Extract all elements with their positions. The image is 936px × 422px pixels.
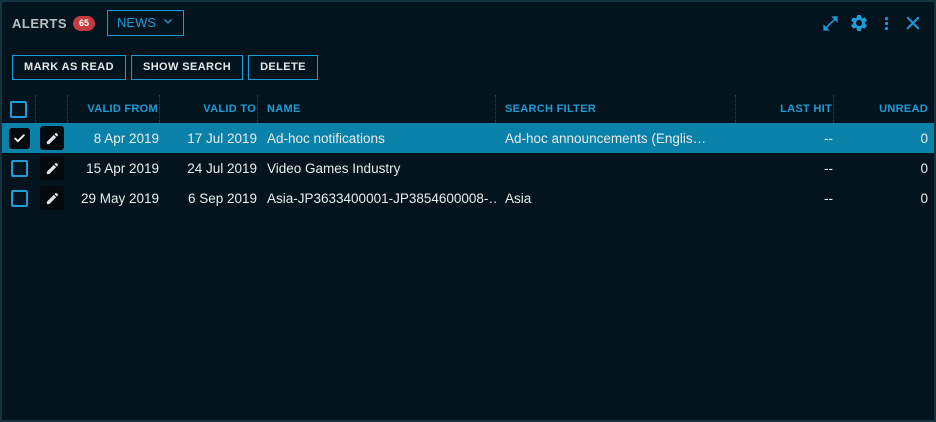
- column-header-last-hit[interactable]: LAST HIT: [736, 95, 834, 123]
- column-header-valid-to[interactable]: VALID TO: [160, 95, 258, 123]
- row-edit-cell: [36, 126, 68, 150]
- cell-name: Video Games Industry: [258, 161, 496, 176]
- row-edit-cell: [36, 186, 68, 210]
- column-header-unread[interactable]: UNREAD: [834, 95, 934, 123]
- row-checkbox[interactable]: [11, 190, 28, 207]
- cell-valid-to: 24 Jul 2019: [160, 161, 258, 176]
- close-icon[interactable]: [904, 14, 922, 32]
- row-checkbox-cell: [2, 160, 36, 177]
- table-row[interactable]: 15 Apr 2019 24 Jul 2019 Video Games Indu…: [2, 153, 934, 183]
- chevron-down-icon: [162, 15, 174, 30]
- edit-pencil-icon[interactable]: [40, 156, 64, 180]
- edit-pencil-icon[interactable]: [40, 126, 64, 150]
- select-all-checkbox[interactable]: [10, 101, 27, 118]
- cell-last-hit: --: [736, 161, 834, 176]
- edit-column-header: [36, 95, 68, 123]
- kebab-menu-icon[interactable]: [878, 15, 895, 32]
- table-row[interactable]: 8 Apr 2019 17 Jul 2019 Ad-hoc notificati…: [2, 123, 934, 153]
- cell-unread: 0: [834, 131, 934, 146]
- mark-as-read-button[interactable]: MARK AS READ: [12, 55, 126, 80]
- news-dropdown[interactable]: NEWS: [107, 10, 184, 36]
- cell-valid-to: 6 Sep 2019: [160, 191, 258, 206]
- row-checkbox-checked[interactable]: [9, 128, 30, 149]
- cell-last-hit: --: [736, 191, 834, 206]
- cell-unread: 0: [834, 161, 934, 176]
- panel-title: ALERTS: [12, 16, 67, 31]
- actions-toolbar: MARK AS READ SHOW SEARCH DELETE: [2, 55, 934, 80]
- row-checkbox-cell: [2, 128, 36, 149]
- row-checkbox-cell: [2, 190, 36, 207]
- cell-last-hit: --: [736, 131, 834, 146]
- cell-valid-to: 17 Jul 2019: [160, 131, 258, 146]
- cell-valid-from: 15 Apr 2019: [68, 161, 160, 176]
- cell-valid-from: 8 Apr 2019: [68, 131, 160, 146]
- cell-name: Ad-hoc notifications: [258, 131, 496, 146]
- window-controls: [821, 13, 922, 33]
- column-header-search-filter[interactable]: SEARCH FILTER: [496, 95, 736, 123]
- expand-icon[interactable]: [821, 14, 840, 33]
- alert-count-badge: 65: [73, 16, 95, 31]
- table-header: VALID FROM VALID TO NAME SEARCH FILTER L…: [2, 95, 934, 123]
- settings-gear-icon[interactable]: [849, 13, 869, 33]
- column-header-name[interactable]: NAME: [258, 95, 496, 123]
- show-search-button[interactable]: SHOW SEARCH: [131, 55, 243, 80]
- row-edit-cell: [36, 156, 68, 180]
- row-checkbox[interactable]: [11, 160, 28, 177]
- table-row[interactable]: 29 May 2019 6 Sep 2019 Asia-JP3633400001…: [2, 183, 934, 213]
- cell-search-filter: Ad-hoc announcements (Englis…: [496, 131, 736, 146]
- edit-pencil-icon[interactable]: [40, 186, 64, 210]
- alerts-panel: ALERTS 65 NEWS MARK AS READ SHOW SEAR: [0, 0, 936, 422]
- delete-button[interactable]: DELETE: [248, 55, 318, 80]
- news-dropdown-label: NEWS: [117, 15, 156, 30]
- select-all-column-header: [2, 95, 36, 123]
- cell-unread: 0: [834, 191, 934, 206]
- column-header-valid-from[interactable]: VALID FROM: [68, 95, 160, 123]
- title-bar: ALERTS 65 NEWS: [2, 2, 934, 44]
- cell-name: Asia-JP3633400001-JP3854600008-…: [258, 191, 496, 206]
- cell-valid-from: 29 May 2019: [68, 191, 160, 206]
- cell-search-filter: Asia: [496, 191, 736, 206]
